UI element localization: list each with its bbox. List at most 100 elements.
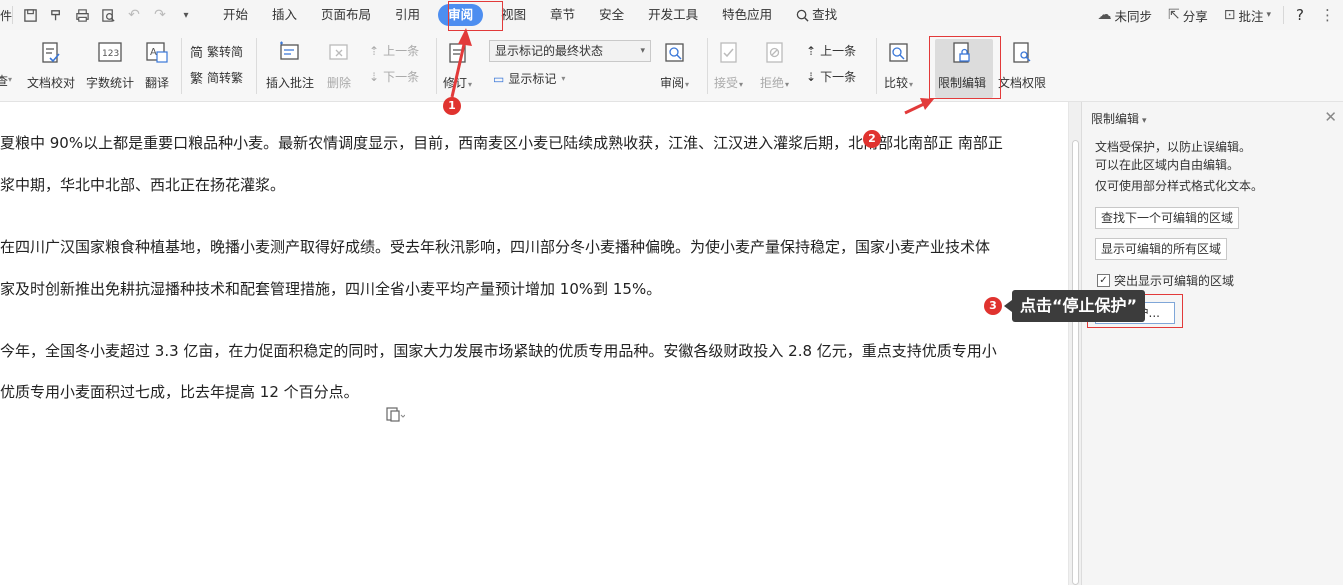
- tab-security[interactable]: 安全: [587, 4, 636, 26]
- show-all-editable-button[interactable]: 显示可编辑的所有区域: [1095, 238, 1228, 260]
- step-badge-1: 1: [443, 97, 461, 115]
- review-pane-icon: [662, 40, 688, 66]
- checkbox-icon: ✓: [1097, 274, 1110, 287]
- accept-button[interactable]: 接受▾: [714, 40, 743, 91]
- translate-icon: A: [144, 40, 170, 66]
- comment-icon: ⊡: [1223, 7, 1236, 23]
- paragraph: 夏粮中 90%以上都是重要口粮品种小麦。最新农情调度显示，目前，西南麦区小麦已陆…: [0, 134, 1003, 152]
- doc-rights-button[interactable]: 文档权限: [998, 40, 1046, 91]
- print-icon[interactable]: [69, 2, 95, 28]
- prev-change-label: 上一条: [820, 44, 857, 58]
- reject-button[interactable]: 拒绝▾: [760, 40, 789, 91]
- word-count-icon: 123: [97, 40, 123, 66]
- menu-bar: 件 ↶ ↷ ▾ 开始 插入 页面布局 引用 审阅 视图 章节 安全 开发工具 特…: [0, 0, 1343, 30]
- trad-to-simp-label: 繁转简: [207, 45, 244, 59]
- more-icon[interactable]: ⋮: [1312, 6, 1343, 24]
- print-preview-icon[interactable]: [95, 2, 121, 28]
- tab-references[interactable]: 引用: [383, 4, 432, 26]
- review-label: 审阅▾: [660, 76, 690, 90]
- next-change-icon: ⇣: [806, 69, 817, 84]
- restrict-edit-pane: 限制编辑 ▾ ✕ 文档受保护，以防止误编辑。 可以在此区域内自由编辑。 仅可使用部…: [1081, 102, 1343, 585]
- chevron-down-icon: ▾: [561, 74, 566, 83]
- doc-rights-label: 文档权限: [998, 76, 1047, 90]
- proofread-button[interactable]: 文档校对: [27, 40, 75, 91]
- insert-comment-icon: [277, 40, 303, 66]
- paragraph: 家及时创新推出免耕抗湿播种技术和配套管理措施，四川全省小麦平均产量预计增加 10…: [0, 280, 662, 298]
- share-label: 分享: [1182, 8, 1208, 24]
- redo-icon[interactable]: ↷: [147, 2, 173, 28]
- chevron-down-icon: ▾: [8, 75, 13, 84]
- tab-insert[interactable]: 插入: [260, 4, 309, 26]
- prev-comment-button[interactable]: ⇡ 上一条: [369, 42, 419, 59]
- translate-button[interactable]: A 翻译: [144, 40, 170, 91]
- proofread-icon: [38, 40, 64, 66]
- show-markup-label: 显示标记: [508, 72, 557, 86]
- prev-comment-label: 上一条: [383, 44, 420, 58]
- tab-special[interactable]: 特色应用: [710, 4, 784, 26]
- prev-change-icon: ⇡: [806, 43, 817, 58]
- insert-comment-button[interactable]: 插入批注: [266, 40, 314, 91]
- word-count-button[interactable]: 123 字数统计: [86, 40, 134, 91]
- search-label: 查找: [812, 7, 838, 22]
- highlight-restrict-edit: [929, 36, 1001, 99]
- scrollbar-thumb[interactable]: [1072, 140, 1079, 585]
- ribbon-review: 查 ▾ 文档校对 123 字数统计 A 翻译 简 繁转简 繁 简转繁 插入批注: [0, 30, 1343, 102]
- insert-comment-label: 插入批注: [266, 76, 315, 90]
- next-icon: ⇣: [369, 69, 380, 84]
- pane-info-line: 仅可使用部分样式格式化文本。: [1095, 179, 1264, 193]
- vertical-scrollbar[interactable]: [1068, 102, 1081, 585]
- show-markup-button[interactable]: ▭ 显示标记 ▾: [493, 70, 565, 87]
- highlight-editable-checkbox[interactable]: ✓ 突出显示可编辑的区域: [1097, 272, 1234, 289]
- highlight-review-tab: [448, 1, 503, 31]
- divider: [876, 38, 877, 94]
- tab-section[interactable]: 章节: [538, 4, 587, 26]
- format-painter-icon[interactable]: [43, 2, 69, 28]
- prev-change-button[interactable]: ⇡ 上一条: [806, 42, 856, 59]
- close-icon[interactable]: ✕: [1324, 108, 1337, 126]
- trad-to-simp-button[interactable]: 简 繁转简: [190, 42, 243, 61]
- next-comment-button[interactable]: ⇣ 下一条: [369, 68, 419, 85]
- customize-icon[interactable]: ▾: [173, 2, 199, 28]
- search-icon: [796, 9, 809, 22]
- chevron-down-icon: ▾: [1266, 10, 1272, 20]
- simp-to-trad-label: 简转繁: [207, 71, 244, 85]
- divider: [436, 38, 437, 94]
- paste-options-icon[interactable]: [385, 406, 406, 426]
- accept-label: 接受▾: [714, 76, 744, 90]
- sync-button[interactable]: ☁ 未同步: [1089, 6, 1160, 25]
- delete-comment-button[interactable]: 删除: [326, 40, 352, 91]
- svg-text:A: A: [150, 47, 157, 58]
- comment-button[interactable]: ⊡ 批注 ▾: [1216, 6, 1279, 25]
- save-icon[interactable]: [17, 2, 43, 28]
- menu-tabs: 开始 插入 页面布局 引用 审阅 视图 章节 安全 开发工具 特色应用 查找: [211, 4, 849, 26]
- share-icon: ⇱: [1168, 7, 1180, 23]
- tab-developer[interactable]: 开发工具: [636, 4, 710, 26]
- find-next-editable-button[interactable]: 查找下一个可编辑的区域: [1095, 207, 1240, 229]
- highlight-editable-label: 突出显示可编辑的区域: [1114, 274, 1235, 288]
- ribbon-fragment[interactable]: 查: [0, 72, 8, 89]
- stop-protection-callout: 点击“停止保护”: [1003, 290, 1146, 322]
- next-change-button[interactable]: ⇣ 下一条: [806, 68, 856, 85]
- divider: [181, 38, 182, 94]
- help-button[interactable]: ?: [1288, 6, 1312, 24]
- divider: [707, 38, 708, 94]
- pane-info-line: 可以在此区域内自由编辑。: [1095, 158, 1240, 172]
- tab-home[interactable]: 开始: [211, 4, 260, 26]
- compare-button[interactable]: 比较▾: [884, 40, 913, 91]
- divider: [256, 38, 257, 94]
- tab-page-layout[interactable]: 页面布局: [309, 4, 383, 26]
- track-changes-button[interactable]: 修订▾: [443, 40, 472, 91]
- show-markup-icon: ▭: [493, 71, 505, 86]
- undo-icon[interactable]: ↶: [121, 2, 147, 28]
- markup-state-select[interactable]: 显示标记的最终状态 ▾: [489, 40, 651, 62]
- pane-title[interactable]: 限制编辑 ▾: [1091, 110, 1147, 127]
- compare-label: 比较▾: [884, 76, 914, 90]
- document-page[interactable]: 夏粮中 90%以上都是重要口粮品种小麦。最新农情调度显示，目前，西南麦区小麦已陆…: [0, 102, 1068, 585]
- review-pane-button[interactable]: 审阅▾: [660, 40, 689, 91]
- doc-rights-icon: [1009, 40, 1035, 66]
- share-button[interactable]: ⇱ 分享: [1160, 6, 1216, 25]
- next-comment-label: 下一条: [383, 70, 420, 84]
- simp-to-trad-button[interactable]: 繁 简转繁: [190, 68, 243, 87]
- search-button[interactable]: 查找: [784, 4, 849, 26]
- paragraph: 优质专用小麦面积过七成，比去年提高 12 个百分点。: [0, 383, 359, 401]
